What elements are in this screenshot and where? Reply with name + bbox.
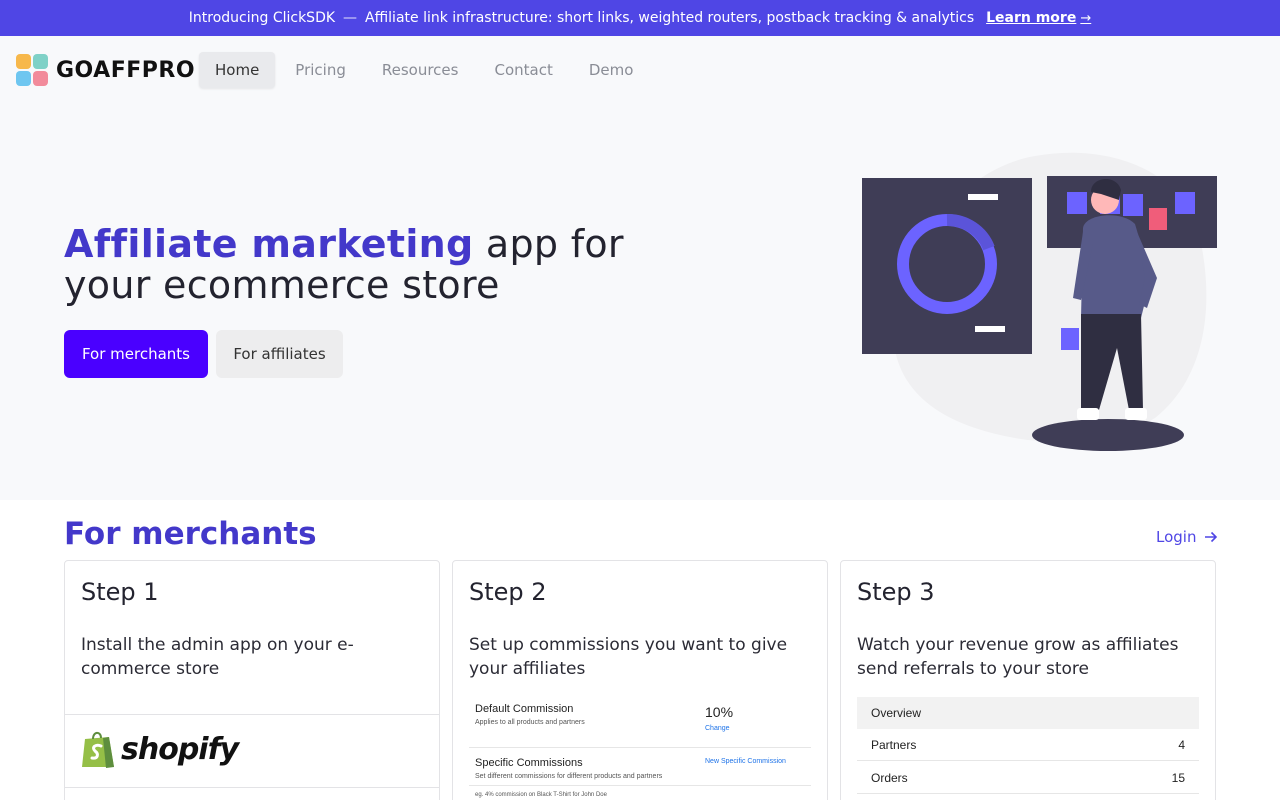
overview-header: Overview bbox=[857, 697, 1199, 729]
hero-section: Affiliate marketing app for your ecommer… bbox=[0, 106, 1280, 500]
nav-contact[interactable]: Contact bbox=[478, 52, 568, 88]
step-card-3: Step 3 Watch your revenue grow as affili… bbox=[840, 560, 1216, 800]
main-nav: Home Pricing Resources Contact Demo bbox=[199, 52, 649, 88]
logo-text: GOAFFPRO bbox=[56, 57, 196, 83]
announcement-dash: — bbox=[343, 10, 358, 26]
shopify-logo: shopify bbox=[81, 729, 239, 769]
commission-divider bbox=[469, 747, 811, 748]
card-divider bbox=[65, 714, 439, 715]
specific-commissions-subtitle: Set different commissions for different … bbox=[475, 773, 663, 780]
learn-more-label: Learn more bbox=[986, 10, 1077, 26]
step-title: Step 1 bbox=[81, 578, 159, 606]
overview-row-value: 15 bbox=[1171, 770, 1185, 785]
merchants-section-title: For merchants bbox=[64, 516, 317, 552]
logo[interactable]: GOAFFPRO bbox=[16, 54, 195, 86]
step-description: Set up commissions you want to give your… bbox=[469, 635, 788, 679]
overview-row-label: Partners bbox=[871, 737, 917, 752]
nav-demo[interactable]: Demo bbox=[573, 52, 650, 88]
step-card-1: Step 1 Install the admin app on your e-c… bbox=[64, 560, 440, 800]
announcement-text: Affiliate link infrastructure: short lin… bbox=[365, 10, 975, 26]
puzzle-logo-icon bbox=[16, 54, 48, 86]
nav-resources[interactable]: Resources bbox=[366, 52, 475, 88]
announcement-product: Introducing ClickSDK bbox=[188, 10, 336, 26]
step-title: Step 3 bbox=[857, 578, 935, 606]
overview-row: Partners 4 bbox=[857, 729, 1199, 761]
login-label: Login bbox=[1156, 528, 1197, 546]
default-commission-value: 10% bbox=[705, 704, 734, 720]
hero-title-highlight: Affiliate marketing bbox=[64, 222, 474, 266]
hero-title: Affiliate marketing app for your ecommer… bbox=[64, 224, 624, 306]
site-header: GOAFFPRO Home Pricing Resources Contact … bbox=[0, 36, 1280, 106]
overview-row-value: 4 bbox=[1178, 737, 1185, 752]
card-divider bbox=[65, 787, 439, 788]
arrow-right-icon bbox=[1205, 531, 1218, 543]
overview-label: Overview bbox=[871, 706, 922, 720]
step-title: Step 2 bbox=[469, 578, 547, 606]
nav-home[interactable]: Home bbox=[199, 52, 276, 88]
shopify-wordmark: shopify bbox=[121, 731, 239, 767]
step-description: Install the admin app on your e-commerce… bbox=[81, 635, 354, 679]
new-specific-commission-link[interactable]: New Specific Commission bbox=[705, 758, 786, 765]
overview-row-label: Orders bbox=[871, 770, 908, 785]
arrow-right-icon: → bbox=[1080, 10, 1092, 26]
hero-title-rest: app for bbox=[473, 222, 624, 266]
for-affiliates-button[interactable]: For affiliates bbox=[216, 330, 343, 378]
default-commission-title: Default Commission bbox=[475, 703, 574, 715]
announcement-bar: Introducing ClickSDK — Affiliate link in… bbox=[0, 0, 1280, 36]
step-description: Watch your revenue grow as affiliates se… bbox=[857, 635, 1179, 679]
learn-more-link[interactable]: Learn more → bbox=[986, 10, 1091, 26]
shopify-bag-icon bbox=[82, 731, 114, 768]
nav-pricing[interactable]: Pricing bbox=[279, 52, 362, 88]
login-link[interactable]: Login bbox=[1156, 528, 1218, 546]
specific-commissions-title: Specific Commissions bbox=[475, 757, 583, 769]
for-merchants-button[interactable]: For merchants bbox=[64, 330, 208, 378]
step-card-2: Step 2 Set up commissions you want to gi… bbox=[452, 560, 828, 800]
default-commission-subtitle: Applies to all products and partners bbox=[475, 719, 585, 726]
hero-illustration bbox=[862, 152, 1217, 451]
commission-example: eg. 4% commission on Black T-Shirt for J… bbox=[475, 792, 607, 798]
overview-row: Orders 15 bbox=[857, 762, 1199, 794]
hero-title-line2: your ecommerce store bbox=[64, 263, 500, 307]
commission-divider bbox=[469, 785, 811, 786]
change-commission-link[interactable]: Change bbox=[705, 725, 730, 732]
